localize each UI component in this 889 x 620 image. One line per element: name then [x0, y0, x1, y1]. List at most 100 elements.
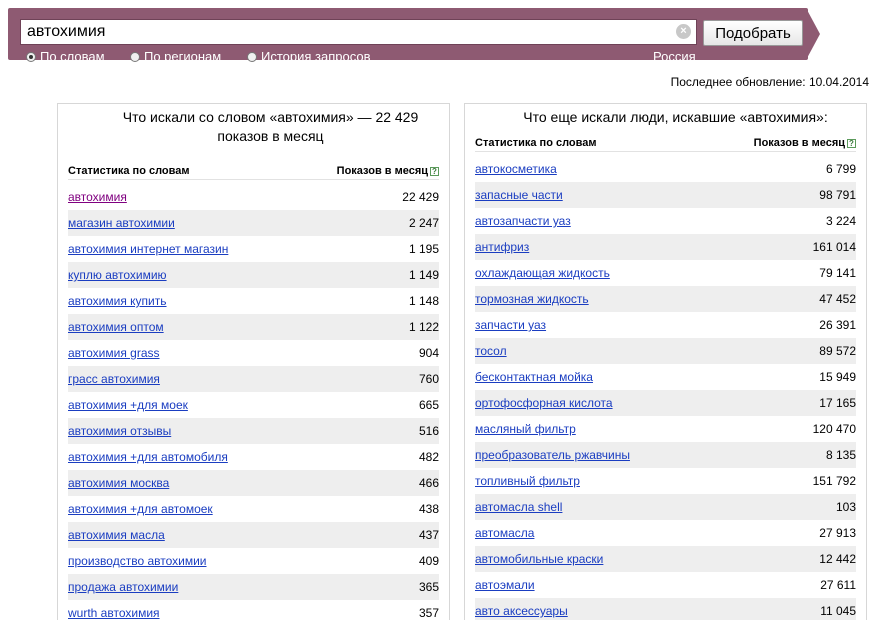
- mode-by-regions[interactable]: По регионам: [130, 49, 221, 64]
- keyword-link[interactable]: грасс автохимия: [68, 366, 160, 392]
- keyword-link[interactable]: охлаждающая жидкость: [475, 260, 610, 286]
- table-row: масляный фильтр 120 470: [475, 416, 856, 442]
- clear-icon[interactable]: ×: [676, 24, 691, 39]
- table-row: автохимия +для автомоек 438: [68, 496, 439, 522]
- search-bar: × Подобрать По словам По регионам Истори…: [8, 8, 808, 64]
- shows-count: 482: [418, 450, 439, 464]
- keyword-link[interactable]: запчасти уаз: [475, 312, 546, 338]
- keyword-link[interactable]: продажа автохимии: [68, 574, 178, 600]
- shows-count: 1 195: [408, 242, 439, 256]
- shows-count: 437: [418, 528, 439, 542]
- shows-count: 409: [418, 554, 439, 568]
- table-row: магазин автохимии 2 247: [68, 210, 439, 236]
- right-rows: автокосметика 6 799 запасные части 98 791 ав…: [475, 156, 856, 620]
- shows-count: 438: [418, 502, 439, 516]
- panel-title: Что еще искали люди, искавшие «автохимия…: [523, 109, 828, 125]
- table-row: автозапчасти уаз 3 224: [475, 208, 856, 234]
- keyword-link[interactable]: бесконтактная мойка: [475, 364, 593, 390]
- help-icon[interactable]: ?: [847, 139, 856, 148]
- keyword-link[interactable]: автохимия отзывы: [68, 418, 171, 444]
- shows-count: 15 949: [819, 370, 856, 384]
- keyword-link[interactable]: автохимия купить: [68, 288, 167, 314]
- keyword-link[interactable]: топливный фильтр: [475, 468, 580, 494]
- keyword-link[interactable]: автохимия +для моек: [68, 392, 188, 418]
- keyword-link[interactable]: ортофосфорная кислота: [475, 390, 613, 416]
- keyword-link[interactable]: автохимия интернет магазин: [68, 236, 228, 262]
- shows-count: 47 452: [819, 292, 856, 306]
- table-row: запасные части 98 791: [475, 182, 856, 208]
- shows-count: 466: [418, 476, 439, 490]
- shows-count: 357: [418, 606, 439, 620]
- left-rows: автохимия 22 429 магазин автохимии 2 247 авт…: [68, 184, 439, 620]
- table-row: производство автохимии 409: [68, 548, 439, 574]
- shows-count: 26 391: [819, 318, 856, 332]
- table-row: грасс автохимия 760: [68, 366, 439, 392]
- col-words-header: Статистика по словам: [475, 137, 597, 149]
- shows-count: 151 792: [812, 474, 856, 488]
- shows-count: 3 224: [825, 214, 856, 228]
- col-shows-label: Показов в месяц: [336, 165, 428, 177]
- keyword-link[interactable]: запасные части: [475, 182, 563, 208]
- shows-count: 103: [835, 500, 856, 514]
- keyword-link[interactable]: автохимия +для автомобиля: [68, 444, 228, 470]
- table-row: продажа автохимии 365: [68, 574, 439, 600]
- keyword-link[interactable]: автохимия москва: [68, 470, 169, 496]
- last-update-date: 10.04.2014: [808, 75, 869, 89]
- keyword-link[interactable]: автомасла: [475, 520, 534, 546]
- shows-count: 161 014: [812, 240, 856, 254]
- keyword-link[interactable]: куплю автохимию: [68, 262, 167, 288]
- keyword-link[interactable]: магазин автохимии: [68, 210, 175, 236]
- table-row: автоэмали 27 611: [475, 572, 856, 598]
- radio-icon[interactable]: [130, 52, 140, 62]
- radio-icon[interactable]: [26, 52, 36, 62]
- table-row: бесконтактная мойка 15 949: [475, 364, 856, 390]
- shows-count: 365: [418, 580, 439, 594]
- mode-label: История запросов: [261, 49, 371, 64]
- keyword-link[interactable]: автохимия оптом: [68, 314, 164, 340]
- shows-count: 516: [418, 424, 439, 438]
- keyword-link[interactable]: автомасла shell: [475, 494, 562, 520]
- table-row: автокосметика 6 799: [475, 156, 856, 182]
- shows-count: 1 148: [408, 294, 439, 308]
- keyword-link[interactable]: wurth автохимия: [68, 600, 160, 620]
- keyword-link[interactable]: автомобильные краски: [475, 546, 603, 572]
- table-row: wurth автохимия 357: [68, 600, 439, 620]
- table-row: куплю автохимию 1 149: [68, 262, 439, 288]
- table-row: тормозная жидкость 47 452: [475, 286, 856, 312]
- shows-count: 17 165: [819, 396, 856, 410]
- search-bar-arrow: [806, 8, 820, 60]
- keyword-link[interactable]: тосол: [475, 338, 507, 364]
- table-row: запчасти уаз 26 391: [475, 312, 856, 338]
- table-row: автомобильные краски 12 442: [475, 546, 856, 572]
- mode-history[interactable]: История запросов: [247, 49, 371, 64]
- keyword-link[interactable]: тормозная жидкость: [475, 286, 589, 312]
- shows-count: 8 135: [825, 448, 856, 462]
- table-row: автохимия +для моек 665: [68, 392, 439, 418]
- keyword-link[interactable]: автоэмали: [475, 572, 535, 598]
- table-row: автохимия оптом 1 122: [68, 314, 439, 340]
- keyword-link[interactable]: автохимия масла: [68, 522, 165, 548]
- keyword-link[interactable]: производство автохимии: [68, 548, 207, 574]
- keyword-link[interactable]: авто аксессуары: [475, 598, 568, 620]
- table-row: преобразователь ржавчины 8 135: [475, 442, 856, 468]
- table-row: охлаждающая жидкость 79 141: [475, 260, 856, 286]
- search-input[interactable]: [20, 19, 697, 45]
- keyword-link[interactable]: преобразователь ржавчины: [475, 442, 630, 468]
- submit-button[interactable]: Подобрать: [703, 20, 803, 46]
- keyword-link[interactable]: автохимия +для автомоек: [68, 496, 213, 522]
- shows-count: 22 429: [402, 190, 439, 204]
- keyword-link[interactable]: автохимия: [68, 184, 127, 210]
- help-icon[interactable]: ?: [430, 167, 439, 176]
- mode-label: По словам: [40, 49, 105, 64]
- table-row: автохимия 22 429: [68, 184, 439, 210]
- keyword-link[interactable]: автокосметика: [475, 156, 557, 182]
- mode-by-words[interactable]: По словам: [26, 49, 105, 64]
- keyword-link[interactable]: масляный фильтр: [475, 416, 576, 442]
- table-row: топливный фильтр 151 792: [475, 468, 856, 494]
- col-shows-header: Показов в месяц?: [337, 165, 439, 177]
- keyword-link[interactable]: антифриз: [475, 234, 529, 260]
- region-link[interactable]: Россия: [653, 49, 696, 64]
- keyword-link[interactable]: автохимия grass: [68, 340, 160, 366]
- radio-icon[interactable]: [247, 52, 257, 62]
- keyword-link[interactable]: автозапчасти уаз: [475, 208, 571, 234]
